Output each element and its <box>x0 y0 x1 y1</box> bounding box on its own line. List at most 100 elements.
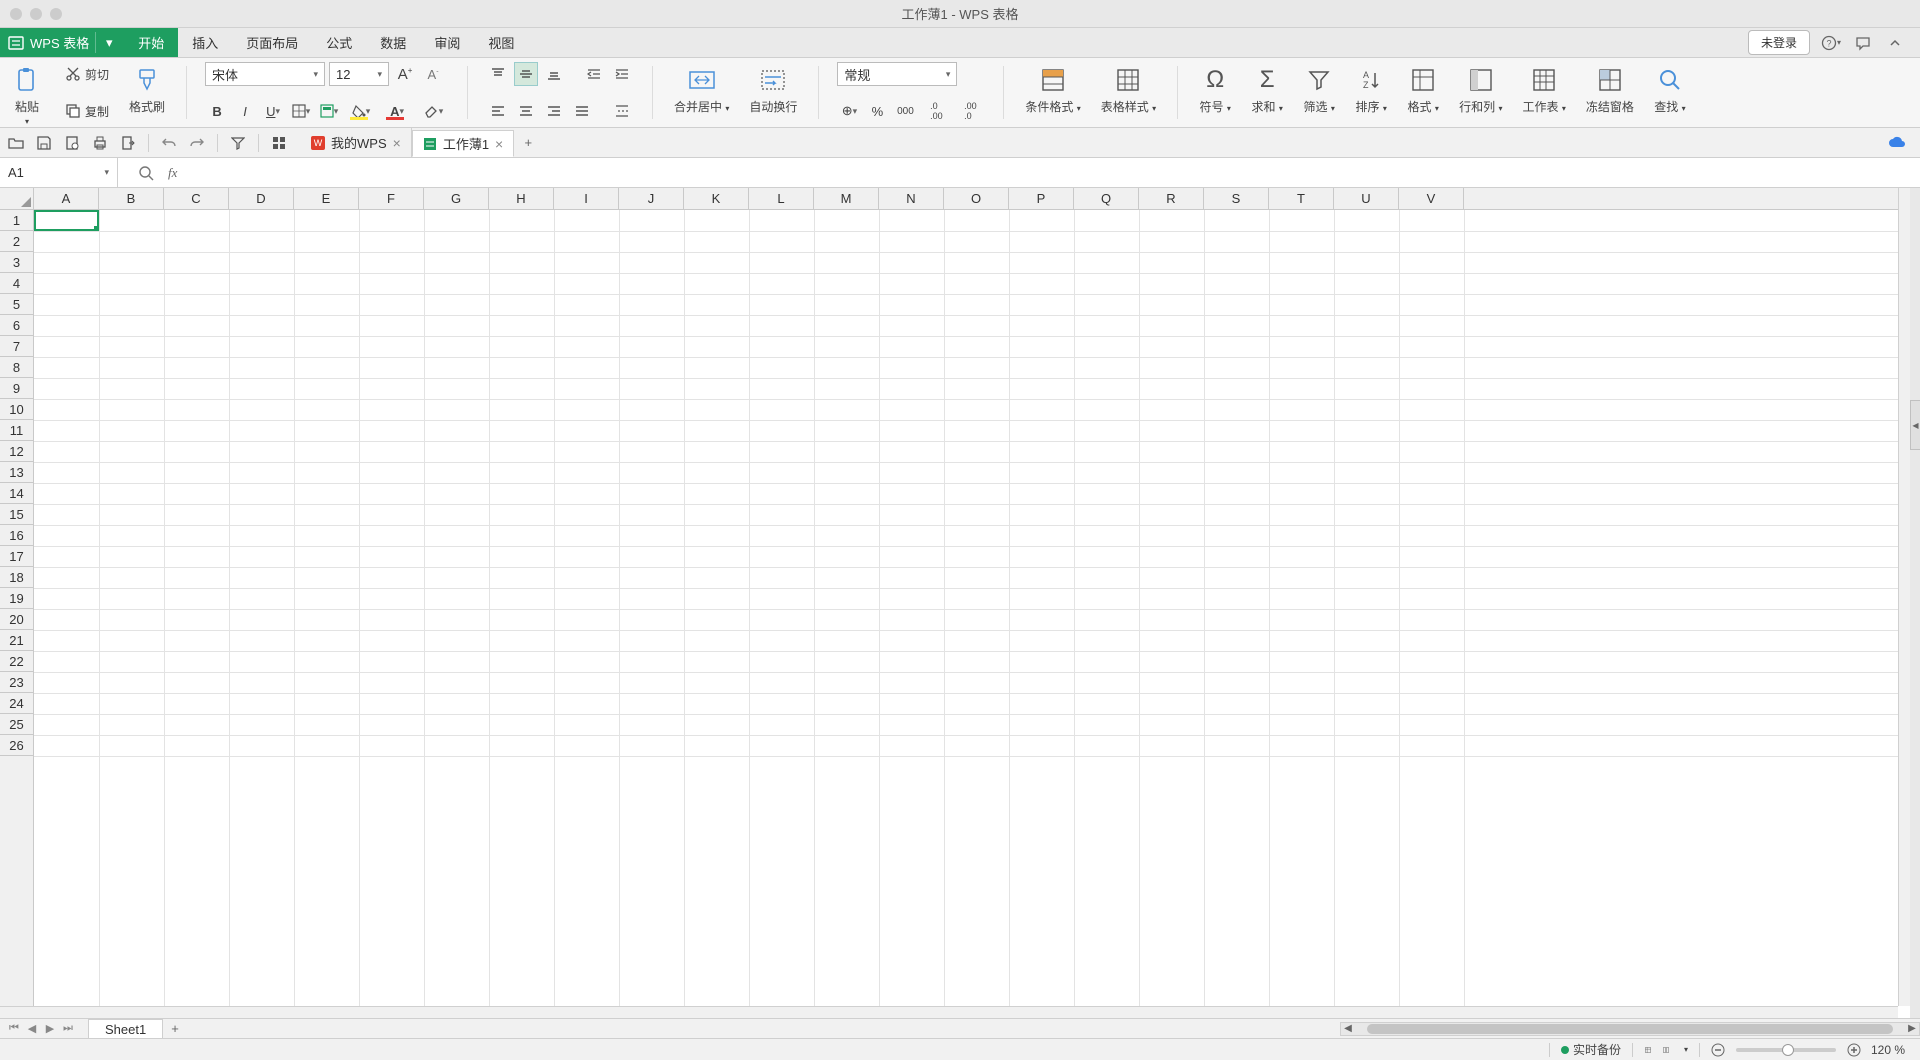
feedback-button[interactable] <box>1852 32 1874 54</box>
row-header-3[interactable]: 3 <box>0 252 33 273</box>
row-header-23[interactable]: 23 <box>0 672 33 693</box>
paste-button[interactable]: 粘贴▾ <box>8 62 46 128</box>
increase-decimal-button[interactable]: .0.00 <box>921 99 951 123</box>
italic-button[interactable]: I <box>233 99 257 123</box>
collapse-ribbon-button[interactable] <box>1884 32 1906 54</box>
print-button[interactable] <box>90 133 110 153</box>
borders-button[interactable]: ▾ <box>289 99 313 123</box>
close-tab-icon[interactable]: × <box>393 135 401 151</box>
col-header-G[interactable]: G <box>424 188 489 209</box>
col-header-K[interactable]: K <box>684 188 749 209</box>
name-box[interactable]: A1▾ <box>0 158 118 187</box>
sheet-nav-last[interactable]: ⏭ <box>60 1021 76 1037</box>
align-center-button[interactable] <box>514 99 538 123</box>
doctab-workbook1[interactable]: 工作薄1 × <box>412 130 514 157</box>
menu-审阅[interactable]: 审阅 <box>420 28 474 57</box>
undo-button[interactable] <box>159 133 179 153</box>
align-top-button[interactable] <box>486 62 510 86</box>
apps-button[interactable] <box>269 133 289 153</box>
cut-button[interactable]: 剪切 <box>60 62 112 86</box>
row-header-12[interactable]: 12 <box>0 441 33 462</box>
sort-button[interactable]: AZ排序 ▾ <box>1352 62 1390 123</box>
col-header-I[interactable]: I <box>554 188 619 209</box>
row-header-17[interactable]: 17 <box>0 546 33 567</box>
col-header-T[interactable]: T <box>1269 188 1334 209</box>
horizontal-scrollbar[interactable] <box>0 1006 1898 1018</box>
col-header-E[interactable]: E <box>294 188 359 209</box>
zoom-level[interactable]: 120 % <box>1866 1043 1910 1057</box>
zoom-slider[interactable] <box>1736 1048 1836 1052</box>
increase-indent-button[interactable] <box>610 62 634 86</box>
row-header-8[interactable]: 8 <box>0 357 33 378</box>
side-panel-toggle[interactable]: ◀ <box>1910 400 1920 450</box>
menu-开始[interactable]: 开始 <box>124 28 178 57</box>
row-header-11[interactable]: 11 <box>0 420 33 441</box>
vertical-scrollbar[interactable] <box>1898 188 1910 1006</box>
redo-button[interactable] <box>187 133 207 153</box>
find-button[interactable]: 查找 ▾ <box>1651 62 1689 123</box>
col-header-D[interactable]: D <box>229 188 294 209</box>
col-header-B[interactable]: B <box>99 188 164 209</box>
col-header-Q[interactable]: Q <box>1074 188 1139 209</box>
export-button[interactable] <box>118 133 138 153</box>
format-button[interactable]: 格式 ▾ <box>1404 62 1442 123</box>
rowcol-button[interactable]: 行和列 ▾ <box>1456 62 1505 123</box>
align-right-button[interactable] <box>542 99 566 123</box>
col-header-L[interactable]: L <box>749 188 814 209</box>
active-cell-cursor[interactable] <box>34 210 99 231</box>
fill-color-button[interactable]: ▾ <box>345 99 377 123</box>
row-header-4[interactable]: 4 <box>0 273 33 294</box>
row-header-24[interactable]: 24 <box>0 693 33 714</box>
number-format-select[interactable]: 常规▾ <box>837 62 957 86</box>
sheet-nav-next[interactable]: ▶ <box>42 1021 58 1037</box>
sheet-nav-prev[interactable]: ◀ <box>24 1021 40 1037</box>
menu-视图[interactable]: 视图 <box>474 28 528 57</box>
col-header-N[interactable]: N <box>879 188 944 209</box>
format-painter-button[interactable]: 格式刷 <box>126 62 168 117</box>
col-header-P[interactable]: P <box>1009 188 1074 209</box>
freeze-button[interactable]: 冻结窗格 <box>1583 62 1637 123</box>
doctab-mywps[interactable]: W 我的WPS × <box>301 128 412 157</box>
row-header-26[interactable]: 26 <box>0 735 33 756</box>
decrease-font-button[interactable]: A- <box>421 62 445 86</box>
underline-button[interactable]: U▾ <box>261 99 285 123</box>
zoom-formula-icon[interactable] <box>138 165 154 181</box>
font-size-select[interactable]: 12▾ <box>329 62 389 86</box>
col-header-A[interactable]: A <box>34 188 99 209</box>
align-middle-button[interactable] <box>514 62 538 86</box>
minimize-window[interactable] <box>30 8 42 20</box>
backup-status[interactable]: 实时备份 <box>1556 1041 1626 1058</box>
row-header-16[interactable]: 16 <box>0 525 33 546</box>
row-header-25[interactable]: 25 <box>0 714 33 735</box>
new-tab-button[interactable]: + <box>514 128 542 157</box>
row-header-9[interactable]: 9 <box>0 378 33 399</box>
row-header-13[interactable]: 13 <box>0 462 33 483</box>
comma-button[interactable]: 000 <box>893 99 917 123</box>
merge-center-button[interactable]: 合并居中 ▾ <box>671 62 732 123</box>
col-header-C[interactable]: C <box>164 188 229 209</box>
filter-quick-button[interactable] <box>228 133 248 153</box>
align-bottom-button[interactable] <box>542 62 566 86</box>
column-headers[interactable]: ABCDEFGHIJKLMNOPQRSTUV <box>34 188 1898 210</box>
col-header-R[interactable]: R <box>1139 188 1204 209</box>
page-layout-view-button[interactable] <box>1657 1041 1675 1059</box>
login-button[interactable]: 未登录 <box>1748 30 1810 55</box>
symbol-button[interactable]: Ω符号 ▾ <box>1196 62 1234 123</box>
col-header-M[interactable]: M <box>814 188 879 209</box>
row-header-21[interactable]: 21 <box>0 630 33 651</box>
wrap-text-button[interactable]: 自动换行 <box>746 62 800 123</box>
row-header-2[interactable]: 2 <box>0 231 33 252</box>
row-header-7[interactable]: 7 <box>0 336 33 357</box>
justify-button[interactable] <box>570 99 594 123</box>
zoom-in-button[interactable] <box>1842 1043 1866 1057</box>
sheet-tab-sheet1[interactable]: Sheet1 <box>88 1019 163 1039</box>
add-sheet-button[interactable]: + <box>163 1021 187 1036</box>
spreadsheet-grid[interactable]: ABCDEFGHIJKLMNOPQRSTUV 12345678910111213… <box>0 188 1910 1018</box>
bold-button[interactable]: B <box>205 99 229 123</box>
row-headers[interactable]: 1234567891011121314151617181920212223242… <box>0 210 34 1006</box>
horizontal-scroll-sheet[interactable]: ◀▶ <box>1340 1022 1920 1036</box>
row-header-5[interactable]: 5 <box>0 294 33 315</box>
row-header-22[interactable]: 22 <box>0 651 33 672</box>
row-header-15[interactable]: 15 <box>0 504 33 525</box>
row-header-10[interactable]: 10 <box>0 399 33 420</box>
